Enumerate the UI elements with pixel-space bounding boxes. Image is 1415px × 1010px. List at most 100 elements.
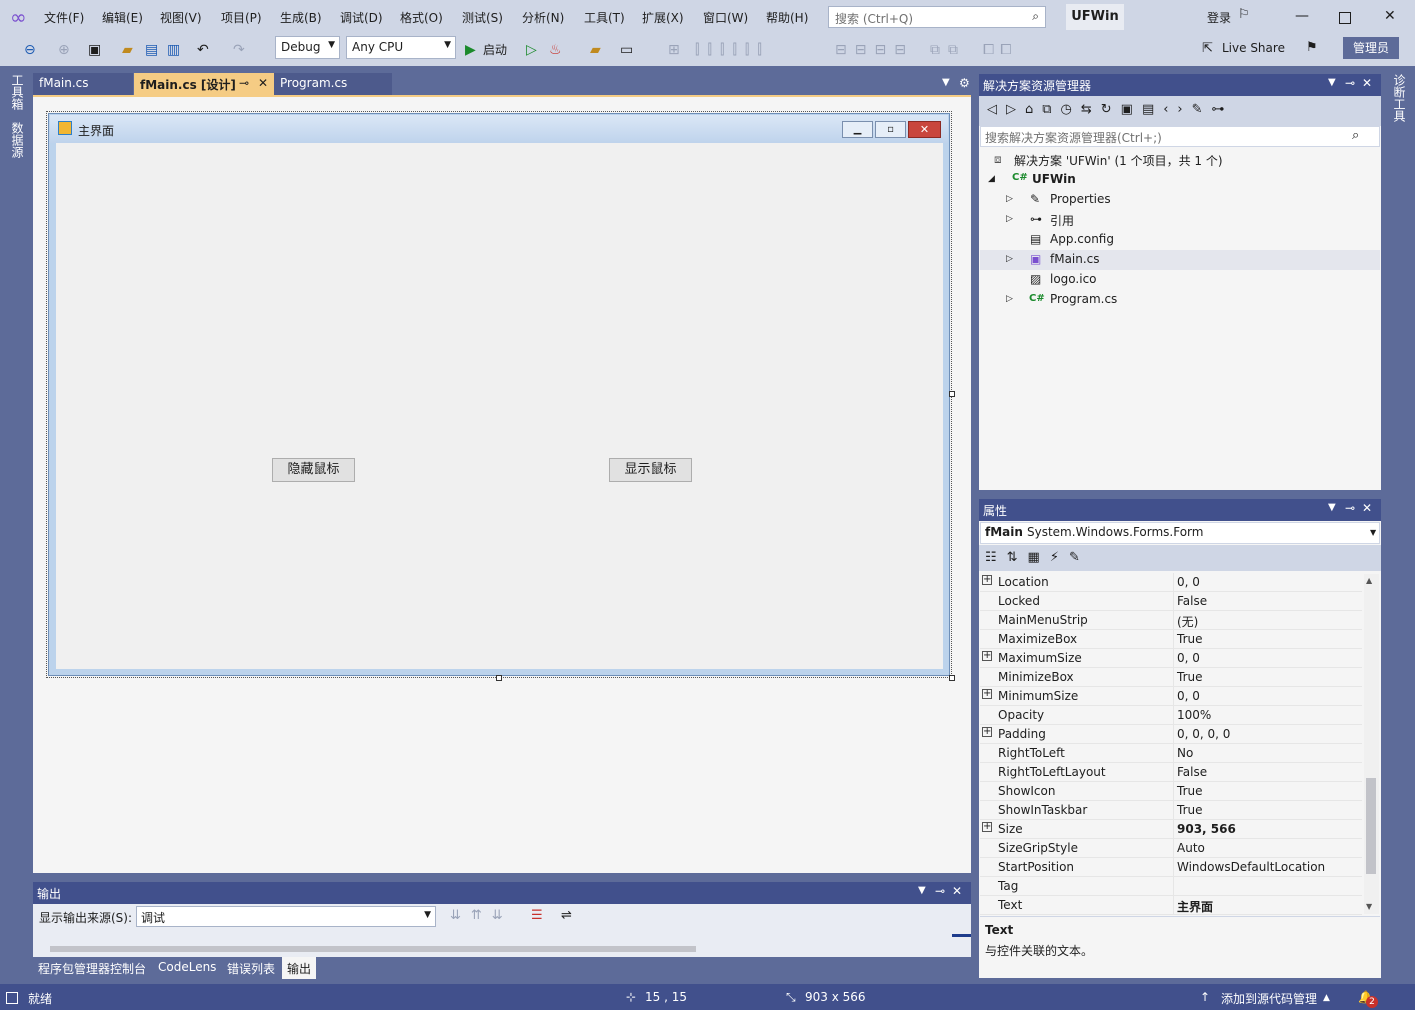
property-value[interactable]: 100% (1177, 708, 1211, 722)
forward-icon[interactable]: ⊕ (58, 41, 70, 59)
platform-select[interactable]: Any CPU ▼ (346, 36, 456, 59)
search-input[interactable]: 搜索 (Ctrl+Q) ⌕ (828, 6, 1046, 28)
property-scroll-thumb[interactable] (1366, 778, 1376, 874)
expand-icon[interactable]: + (982, 689, 992, 699)
tree-item-fmain-cs[interactable]: fMain.cs (1050, 252, 1100, 266)
account-icon[interactable]: ⚐ (1238, 7, 1250, 22)
toolbox-tab[interactable]: 工具箱 (9, 74, 26, 110)
menu-item-10[interactable]: 扩展(X) (642, 9, 684, 26)
menu-item-4[interactable]: 生成(B) (280, 9, 322, 26)
property-row[interactable]: MaximizeBox True (980, 630, 1362, 649)
property-value[interactable]: 903, 566 (1177, 822, 1236, 836)
pin-icon[interactable]: ⊸ (239, 76, 249, 90)
property-value[interactable]: True (1177, 784, 1203, 798)
property-row[interactable]: ShowIcon True (980, 782, 1362, 801)
menu-item-0[interactable]: 文件(F) (44, 9, 84, 26)
menu-item-6[interactable]: 格式(O) (400, 9, 443, 26)
property-row[interactable]: + Location 0, 0 (980, 573, 1362, 592)
menu-item-7[interactable]: 测试(S) (462, 9, 503, 26)
close-panel-icon[interactable]: ✕ (952, 884, 962, 898)
close-panel-icon[interactable]: ✕ (1362, 76, 1372, 90)
expand-icon[interactable]: + (982, 822, 992, 832)
output-nav-icons[interactable]: ⇊⇈⇊ (450, 908, 513, 923)
property-value[interactable]: 0, 0 (1177, 575, 1200, 589)
pin-icon[interactable]: ⊸ (1345, 501, 1355, 515)
settings-icon[interactable]: ⚙ (959, 76, 970, 90)
menu-item-8[interactable]: 分析(N) (522, 9, 564, 26)
properties-toolbar-icons[interactable]: ☷⇅▦⚡✎ (985, 550, 1090, 565)
minimize-icon[interactable]: — (1295, 8, 1309, 24)
open-folder-icon[interactable]: ▰ (122, 41, 133, 59)
hot-reload-icon[interactable]: ♨ (549, 41, 562, 59)
menu-item-3[interactable]: 项目(P) (221, 9, 262, 26)
new-project-icon[interactable]: ▣ (88, 41, 101, 59)
feedback-icon[interactable]: ⚑ (1306, 40, 1318, 55)
resize-handle-corner[interactable] (949, 675, 955, 681)
solution-search-input[interactable]: 搜索解决方案资源管理器(Ctrl+;) (980, 126, 1380, 147)
tab-fmain-designer[interactable]: fMain.cs [设计] ⊸ ✕ (134, 73, 274, 95)
property-value[interactable]: 0, 0, 0, 0 (1177, 727, 1230, 741)
datasource-tab[interactable]: 数据源 (9, 122, 26, 158)
property-row[interactable]: + MaximumSize 0, 0 (980, 649, 1362, 668)
property-row[interactable]: Locked False (980, 592, 1362, 611)
save-all-icon[interactable]: ▥ (167, 41, 180, 59)
property-row[interactable]: SizeGripStyle Auto (980, 839, 1362, 858)
property-row[interactable]: Tag (980, 877, 1362, 896)
solution-folder-icon[interactable]: ▰ (590, 41, 601, 59)
undo-icon[interactable]: ↶ (197, 41, 209, 59)
back-icon[interactable]: ⊖ (24, 41, 36, 59)
expand-icon[interactable]: + (982, 651, 992, 661)
tree-item-logo-ico[interactable]: logo.ico (1050, 272, 1097, 286)
show-cursor-button[interactable]: 显示鼠标 (609, 458, 692, 482)
tab-codelens[interactable]: CodeLens (153, 957, 221, 979)
tab-program-cs[interactable]: Program.cs (274, 73, 392, 95)
expand-icon[interactable]: ▷ (1006, 194, 1013, 204)
chevron-up-icon[interactable]: ▲ (1323, 993, 1330, 1003)
menu-item-1[interactable]: 编辑(E) (102, 9, 143, 26)
property-value[interactable]: 主界面 (1177, 898, 1213, 915)
hide-cursor-button[interactable]: 隐藏鼠标 (272, 458, 355, 482)
panel-menu-icon[interactable]: ▼ (918, 885, 926, 896)
property-value[interactable]: 0, 0 (1177, 689, 1200, 703)
layout-icon[interactable]: ▭ (620, 41, 633, 59)
property-row[interactable]: StartPosition WindowsDefaultLocation (980, 858, 1362, 877)
pin-icon[interactable]: ⊸ (1345, 76, 1355, 90)
menu-item-5[interactable]: 调试(D) (340, 9, 383, 26)
panel-menu-icon[interactable]: ▼ (1328, 502, 1336, 513)
config-select[interactable]: Debug ▼ (275, 36, 340, 59)
property-value[interactable]: WindowsDefaultLocation (1177, 860, 1325, 874)
tab-error-list[interactable]: 错误列表 (222, 957, 280, 979)
property-value[interactable]: False (1177, 594, 1207, 608)
close-tab-icon[interactable]: ✕ (258, 76, 268, 90)
property-row[interactable]: ShowInTaskbar True (980, 801, 1362, 820)
add-source-control[interactable]: 添加到源代码管理 (1221, 990, 1317, 1007)
property-row[interactable]: RightToLeftLayout False (980, 763, 1362, 782)
menu-item-12[interactable]: 帮助(H) (766, 9, 808, 26)
property-value[interactable]: (无) (1177, 613, 1198, 630)
property-value[interactable]: True (1177, 632, 1203, 646)
close-panel-icon[interactable]: ✕ (1362, 501, 1372, 515)
horizontal-scrollbar[interactable] (50, 946, 696, 952)
property-row[interactable]: Opacity 100% (980, 706, 1362, 725)
property-row[interactable]: MainMenuStrip (无) (980, 611, 1362, 630)
live-share-button[interactable]: Live Share (1222, 41, 1285, 55)
start-without-debug-icon[interactable]: ▷ (526, 41, 537, 59)
tab-output[interactable]: 输出 (282, 957, 317, 979)
menu-item-11[interactable]: 窗口(W) (703, 9, 748, 26)
expand-icon[interactable]: + (982, 575, 992, 585)
scroll-down-icon[interactable]: ▼ (1366, 902, 1372, 911)
property-row[interactable]: MinimizeBox True (980, 668, 1362, 687)
expand-icon[interactable]: ▷ (1006, 294, 1013, 304)
diagnostics-tab[interactable]: 诊断工具 (1391, 74, 1408, 122)
property-value[interactable]: True (1177, 670, 1203, 684)
tab-fmain-cs[interactable]: fMain.cs (33, 73, 133, 95)
menu-item-9[interactable]: 工具(T) (584, 9, 625, 26)
property-value[interactable]: No (1177, 746, 1193, 760)
property-row[interactable]: + Size 903, 566 (980, 820, 1362, 839)
expand-icon[interactable]: + (982, 727, 992, 737)
login-link[interactable]: 登录 (1207, 9, 1231, 26)
resize-handle-bottom[interactable] (496, 675, 502, 681)
property-row[interactable]: RightToLeft No (980, 744, 1362, 763)
output-source-select[interactable]: 调试 ▼ (136, 906, 436, 927)
solution-toolbar-icons[interactable]: ◁▷⌂⧉◷⇆↻▣▤‹›✎⊶ (987, 102, 1234, 117)
